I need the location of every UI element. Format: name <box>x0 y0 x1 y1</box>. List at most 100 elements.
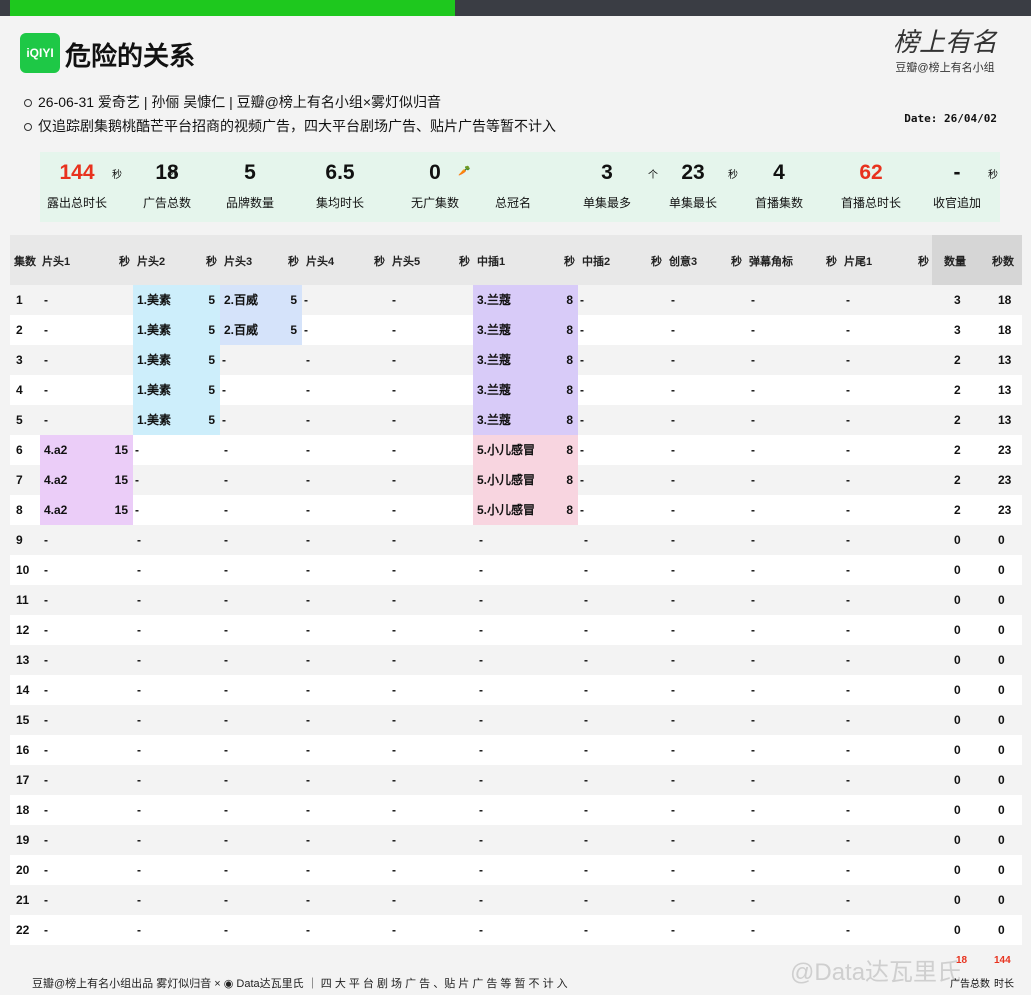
ad-seconds-total: 23 <box>998 473 1012 487</box>
ad-seconds: 8 <box>566 353 573 367</box>
stat-label: 收官追加 <box>932 196 981 210</box>
empty-cell: - <box>44 923 48 937</box>
empty-cell: - <box>580 293 584 307</box>
stat-unit: 秒 <box>988 170 998 181</box>
empty-cell: - <box>44 413 48 427</box>
empty-cell: - <box>137 893 141 907</box>
empty-cell: - <box>584 893 588 907</box>
table-row: 8 4.a2 15- - - -5.小儿感冒 8- - - -2 23 <box>10 495 1022 525</box>
column-header: 片头3 <box>224 256 253 268</box>
empty-cell: - <box>671 623 675 637</box>
empty-cell: - <box>392 803 396 817</box>
empty-cell: - <box>846 443 850 457</box>
empty-cell: - <box>846 473 850 487</box>
empty-cell: - <box>44 593 48 607</box>
empty-cell: - <box>224 833 228 847</box>
empty-cell: - <box>751 323 755 337</box>
empty-cell: - <box>671 473 675 487</box>
empty-cell: - <box>224 563 228 577</box>
ad-seconds-total: 0 <box>998 683 1005 697</box>
empty-cell: - <box>479 683 483 697</box>
empty-cell: - <box>479 893 483 907</box>
empty-cell: - <box>751 833 755 847</box>
empty-cell: - <box>584 653 588 667</box>
table-row: 1-1.美素 5 2.百威 5- -3.兰蔻 8- - - -3 18 <box>10 285 1022 315</box>
seconds-header: 秒 <box>374 256 385 268</box>
stat-label: 单集最长 <box>668 196 717 210</box>
stat-value: 18 <box>155 161 179 184</box>
empty-cell: - <box>846 293 850 307</box>
iqiyi-logo: iQIYI <box>20 33 60 73</box>
ad-seconds-total: 0 <box>998 713 1005 727</box>
empty-cell: - <box>846 323 850 337</box>
empty-cell: - <box>392 863 396 877</box>
empty-cell: - <box>479 563 483 577</box>
empty-cell: - <box>671 773 675 787</box>
empty-cell: - <box>580 323 584 337</box>
empty-cell: - <box>306 563 310 577</box>
empty-cell: - <box>479 593 483 607</box>
empty-cell: - <box>224 443 228 457</box>
empty-cell: - <box>584 683 588 697</box>
info-line-2: 仅追踪剧集鹅桃酷芒平台招商的视频广告，四大平台剧场广告、贴片广告等暂不计入 <box>24 116 556 136</box>
episode-number: 14 <box>16 683 30 697</box>
table-row: 13- - - - - - - - - -0 0 <box>10 645 1022 675</box>
ad-name: 1.美素 <box>137 353 172 367</box>
empty-cell: - <box>671 413 675 427</box>
empty-cell: - <box>392 653 396 667</box>
page-title: 危险的关系 <box>65 41 196 71</box>
empty-cell: - <box>137 863 141 877</box>
stat-value: 62 <box>859 161 883 184</box>
ad-count: 0 <box>954 863 961 877</box>
empty-cell: - <box>44 893 48 907</box>
info-line-1: 26-06-31 爱奇艺 | 孙俪 吴慷仁 | 豆瓣@榜上有名小组×雾灯似归音 <box>24 92 441 112</box>
empty-cell: - <box>137 773 141 787</box>
ad-seconds: 5 <box>208 383 215 397</box>
column-header: 片头1 <box>42 256 71 268</box>
empty-cell: - <box>751 713 755 727</box>
ad-name: 1.美素 <box>137 323 172 337</box>
empty-cell: - <box>751 653 755 667</box>
ad-cell: 1.美素 5 <box>133 285 220 315</box>
ad-cell: 5.小儿感冒 8 <box>473 435 578 465</box>
ad-seconds-total: 0 <box>998 533 1005 547</box>
ad-count: 0 <box>954 653 961 667</box>
empty-cell: - <box>479 533 483 547</box>
empty-cell: - <box>846 623 850 637</box>
ad-seconds: 15 <box>114 503 128 517</box>
empty-cell: - <box>846 503 850 517</box>
footer-count-label: 广告总数 <box>950 979 990 990</box>
table-row: 22- - - - - - - - - -0 0 <box>10 915 1022 945</box>
empty-cell: - <box>846 413 850 427</box>
empty-cell: - <box>137 653 141 667</box>
table-row: 11 - - - - - - - - - - 0 0 <box>10 585 1022 615</box>
stat-unit: 秒 <box>168 170 178 181</box>
empty-cell: - <box>306 863 310 877</box>
empty-cell: - <box>671 443 675 457</box>
episode-number: 19 <box>16 833 30 847</box>
ad-cell: 1.美素 5 <box>133 405 220 435</box>
empty-cell: - <box>44 833 48 847</box>
episode-number: 13 <box>16 653 30 667</box>
empty-cell: - <box>671 323 675 337</box>
ad-cell: 3.兰蔻 8 <box>473 375 578 405</box>
empty-cell: - <box>671 593 675 607</box>
ad-seconds-total: 0 <box>998 593 1005 607</box>
ad-seconds: 15 <box>114 473 128 487</box>
empty-cell: - <box>846 803 850 817</box>
ad-seconds-total: 0 <box>998 623 1005 637</box>
empty-cell: - <box>479 923 483 937</box>
seconds-header: 秒 <box>826 256 837 268</box>
empty-cell: - <box>751 803 755 817</box>
column-header: 中插1 <box>477 256 506 268</box>
empty-cell: - <box>304 293 308 307</box>
empty-cell: - <box>580 353 584 367</box>
ad-cell: 5.小儿感冒 8 <box>473 495 578 525</box>
empty-cell: - <box>846 533 850 547</box>
ad-count: 3 <box>954 293 961 307</box>
empty-cell: - <box>846 653 850 667</box>
ad-cell: 4.a2 15 <box>40 465 133 495</box>
ad-cell: 3.兰蔻 8 <box>473 345 578 375</box>
empty-cell: - <box>44 623 48 637</box>
empty-cell: - <box>392 413 396 427</box>
